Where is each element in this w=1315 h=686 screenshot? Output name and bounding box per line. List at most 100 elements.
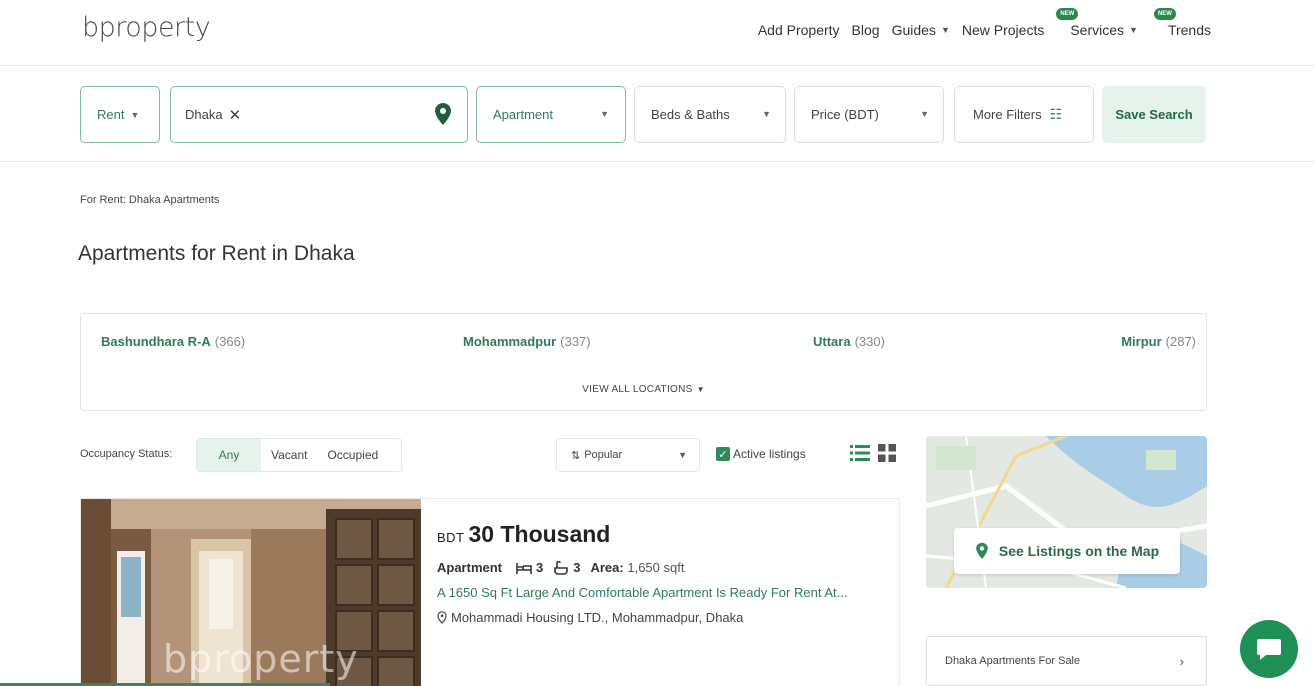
- location-link[interactable]: Mirpur (287): [1121, 334, 1196, 349]
- occupancy-any[interactable]: Any: [197, 439, 261, 471]
- nav-trends[interactable]: NEW Trends: [1153, 8, 1211, 38]
- nav-add-property[interactable]: Add Property: [758, 22, 840, 38]
- sort-icon: ⇅: [571, 449, 581, 462]
- sort-value: Popular: [584, 449, 623, 461]
- checkbox-checked-icon[interactable]: ✓: [716, 447, 730, 461]
- grid-view-icon[interactable]: [878, 444, 896, 462]
- chevron-down-icon: ▼: [130, 109, 140, 120]
- location-input[interactable]: Dhaka ✕: [170, 86, 468, 143]
- bproperty-logo[interactable]: bproperty: [82, 12, 211, 43]
- listing-price: BDT 30 Thousand: [437, 521, 887, 548]
- view-all-label: VIEW ALL LOCATIONS: [582, 384, 693, 395]
- beds-count: 3: [516, 560, 543, 575]
- property-type: Apartment: [437, 560, 503, 575]
- occupancy-vacant[interactable]: Vacant: [261, 439, 317, 471]
- beds-value: 3: [536, 560, 544, 575]
- nav-add-property-label: Add Property: [757, 22, 840, 38]
- chevron-down-icon: ▼: [762, 109, 771, 119]
- baths-count: 3: [553, 560, 580, 575]
- area-label: Area:: [590, 560, 624, 575]
- occupancy-status-label: Occupancy Status:: [80, 448, 173, 460]
- listing-description[interactable]: A 1650 Sq Ft Large And Comfortable Apart…: [437, 585, 883, 600]
- listing-meta: Apartment 3 3 Area: 1,650 sqft: [437, 560, 887, 575]
- location-count: (330): [854, 334, 885, 349]
- chevron-down-icon: ▼: [1129, 25, 1138, 35]
- photo-watermark: bproperty: [163, 637, 359, 681]
- listing-card[interactable]: bproperty BDT 30 Thousand Apartment 3 3 A…: [80, 498, 900, 686]
- occupancy-occupied[interactable]: Occupied: [317, 439, 388, 471]
- save-search-button[interactable]: Save Search: [1102, 86, 1206, 143]
- listing-details: BDT 30 Thousand Apartment 3 3 Area: 1,650…: [437, 521, 887, 625]
- page-title: Apartments for Rent in Dhaka: [78, 242, 355, 265]
- breadcrumb[interactable]: For Rent: Dhaka Apartments: [80, 194, 219, 206]
- related-link-sale[interactable]: Dhaka Apartments For Sale ›: [926, 636, 1207, 686]
- address-text: Mohammadi Housing LTD., Mohammadpur, Dha…: [451, 610, 744, 625]
- location-name: Bashundhara R-A: [101, 334, 211, 349]
- chat-button[interactable]: [1240, 620, 1298, 678]
- nav-trends-label: Trends: [1167, 22, 1211, 38]
- new-badge: NEW: [1153, 8, 1176, 20]
- chevron-down-icon: ▼: [920, 109, 929, 119]
- chevron-down-icon: ▼: [600, 109, 609, 119]
- nav-new-projects-label: New Projects: [961, 22, 1045, 38]
- map-pin-icon: [976, 542, 988, 559]
- view-all-locations-button[interactable]: VIEW ALL LOCATIONS ▼: [81, 384, 1206, 395]
- bed-icon: [516, 562, 532, 574]
- map-pin-icon[interactable]: [435, 103, 451, 125]
- property-type-value: Apartment: [493, 107, 553, 122]
- nav-guides-label: Guides: [891, 22, 936, 38]
- location-name: Uttara: [813, 334, 851, 349]
- new-badge: NEW: [1056, 8, 1079, 20]
- location-link[interactable]: Mohammadpur (337): [463, 334, 591, 349]
- location-count: (366): [214, 334, 246, 349]
- list-view-icon[interactable]: [850, 444, 870, 462]
- chevron-right-icon: ›: [1179, 653, 1184, 669]
- listing-photo[interactable]: bproperty: [81, 499, 421, 686]
- location-count: (337): [560, 334, 591, 349]
- sliders-icon: ☷: [1049, 106, 1063, 122]
- location-name: Mirpur: [1121, 334, 1162, 349]
- nav-blog-label: Blog: [851, 22, 880, 38]
- main-nav: Add Property Blog Guides ▼ New Projects N…: [746, 8, 1211, 38]
- chevron-down-icon: ▼: [696, 385, 705, 394]
- map-preview[interactable]: See Listings on the Map: [926, 436, 1207, 588]
- nav-services[interactable]: NEW Services ▼: [1056, 8, 1138, 38]
- location-chip: Dhaka: [185, 107, 223, 122]
- chat-bubble-icon: [1257, 639, 1281, 660]
- beds-baths-value: Beds & Baths: [651, 107, 730, 122]
- area-value: 1,650 sqft: [627, 560, 685, 575]
- more-filters-button[interactable]: More Filters ☷: [954, 86, 1094, 143]
- currency-label: BDT: [437, 530, 465, 545]
- popular-locations: Bashundhara R-A (366) Mohammadpur (337) Ut…: [80, 313, 1207, 411]
- nav-guides[interactable]: Guides ▼: [892, 22, 950, 38]
- location-pin-icon: [437, 611, 447, 624]
- property-type-select[interactable]: Apartment ▼: [476, 86, 626, 143]
- map-button-label: See Listings on the Map: [998, 543, 1160, 559]
- chevron-down-icon: ▼: [940, 25, 950, 35]
- search-bar: Rent ▼ Dhaka ✕ Apartment ▼ Beds & Baths ▼ P…: [0, 66, 1315, 162]
- baths-value: 3: [573, 560, 581, 575]
- nav-blog[interactable]: Blog: [852, 22, 880, 38]
- price-value: Price (BDT): [811, 107, 879, 122]
- listing-area: Area: 1,650 sqft: [590, 560, 684, 575]
- active-listings-toggle[interactable]: ✓ Active listings: [716, 447, 806, 461]
- close-icon[interactable]: ✕: [229, 106, 242, 124]
- purpose-value: Rent: [97, 107, 125, 122]
- nav-new-projects[interactable]: New Projects: [962, 22, 1044, 38]
- location-count: (287): [1165, 334, 1196, 349]
- top-nav: bproperty Add Property Blog Guides ▼ New …: [0, 0, 1315, 66]
- location-link[interactable]: Uttara (330): [813, 334, 885, 349]
- related-link-label: Dhaka Apartments For Sale: [945, 655, 1081, 667]
- location-link[interactable]: Bashundhara R-A (366): [101, 334, 245, 349]
- occupancy-segmented-control: Any Vacant Occupied: [196, 438, 402, 472]
- chevron-down-icon: ▼: [678, 450, 687, 460]
- location-name: Mohammadpur: [463, 334, 557, 349]
- more-filters-label: More Filters: [973, 107, 1042, 122]
- see-listings-on-map-button[interactable]: See Listings on the Map: [954, 528, 1180, 574]
- price-select[interactable]: Price (BDT) ▼: [794, 86, 944, 143]
- sort-select[interactable]: ⇅ Popular ▼: [556, 438, 700, 472]
- purpose-select[interactable]: Rent ▼: [80, 86, 160, 143]
- bath-icon: [554, 560, 569, 575]
- beds-baths-select[interactable]: Beds & Baths ▼: [634, 86, 786, 143]
- price-value: 30 Thousand: [468, 521, 611, 547]
